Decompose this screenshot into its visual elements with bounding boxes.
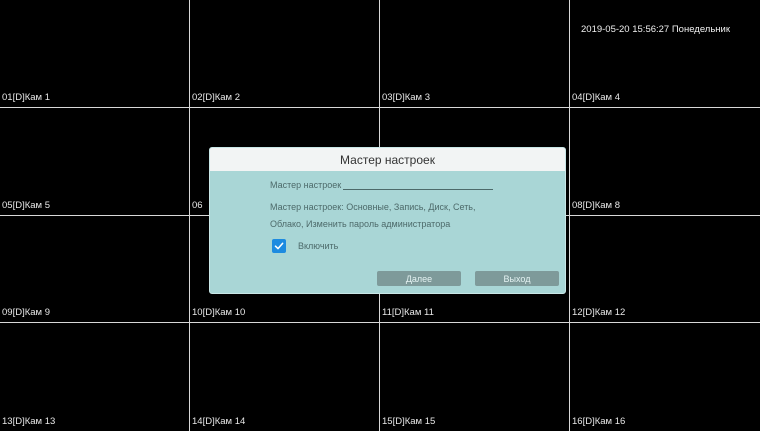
camera-tile-12[interactable]: 12[D]Кам 12	[570, 215, 760, 324]
camera-label: 01[D]Кам 1	[2, 91, 50, 103]
exit-button[interactable]: Выход	[475, 271, 559, 286]
enable-checkbox[interactable]	[272, 239, 286, 253]
camera-tile-1[interactable]: 01[D]Кам 1	[0, 0, 190, 108]
camera-label: 02[D]Кам 2	[192, 91, 240, 103]
camera-label: 13[D]Кам 13	[2, 416, 56, 427]
camera-label: 12[D]Кам 12	[572, 307, 626, 319]
checkmark-icon	[274, 242, 284, 250]
camera-label: 14[D]Кам 14	[192, 416, 246, 427]
camera-tile-4[interactable]: 04[D]Кам 4	[570, 0, 760, 108]
camera-label: 04[D]Кам 4	[572, 91, 620, 103]
camera-tile-9[interactable]: 09[D]Кам 9	[0, 215, 190, 324]
camera-tile-8[interactable]: 08[D]Кам 8	[570, 107, 760, 216]
camera-tile-16[interactable]: 16[D]Кам 16	[570, 323, 760, 431]
datetime-overlay: 2019-05-20 15:56:27 Понедельник	[581, 24, 730, 35]
camera-label: 15[D]Кам 15	[382, 416, 436, 427]
setup-wizard-dialog: Мастер настроек Мастер настроек Мастер н…	[209, 147, 566, 294]
camera-label: 11[D]Кам 11	[382, 307, 434, 319]
next-button[interactable]: Далее	[377, 271, 461, 286]
dialog-title: Мастер настроек	[210, 148, 565, 171]
camera-tile-15[interactable]: 15[D]Кам 15	[380, 323, 570, 431]
wizard-heading: Мастер настроек	[270, 180, 342, 190]
camera-tile-3[interactable]: 03[D]Кам 3	[380, 0, 570, 108]
dialog-body: Мастер настроек Мастер настроек: Основны…	[210, 171, 565, 253]
camera-label: 05[D]Кам 5	[2, 199, 50, 211]
camera-tile-14[interactable]: 14[D]Кам 14	[190, 323, 380, 431]
camera-label: 16[D]Кам 16	[572, 416, 626, 427]
enable-row: Включить	[272, 239, 565, 253]
camera-label: 06	[192, 199, 203, 211]
enable-label: Включить	[298, 241, 339, 251]
camera-tile-13[interactable]: 13[D]Кам 13	[0, 323, 190, 431]
camera-label: 09[D]Кам 9	[2, 307, 50, 319]
camera-label: 08[D]Кам 8	[572, 199, 620, 211]
camera-label: 03[D]Кам 3	[382, 91, 430, 103]
wizard-heading-row: Мастер настроек	[270, 178, 565, 190]
camera-label: 10[D]Кам 10	[192, 307, 246, 319]
heading-underline	[343, 181, 494, 190]
camera-tile-5[interactable]: 05[D]Кам 5	[0, 107, 190, 216]
wizard-description: Мастер настроек: Основные, Запись, Диск,…	[270, 202, 476, 229]
camera-tile-2[interactable]: 02[D]Кам 2	[190, 0, 380, 108]
